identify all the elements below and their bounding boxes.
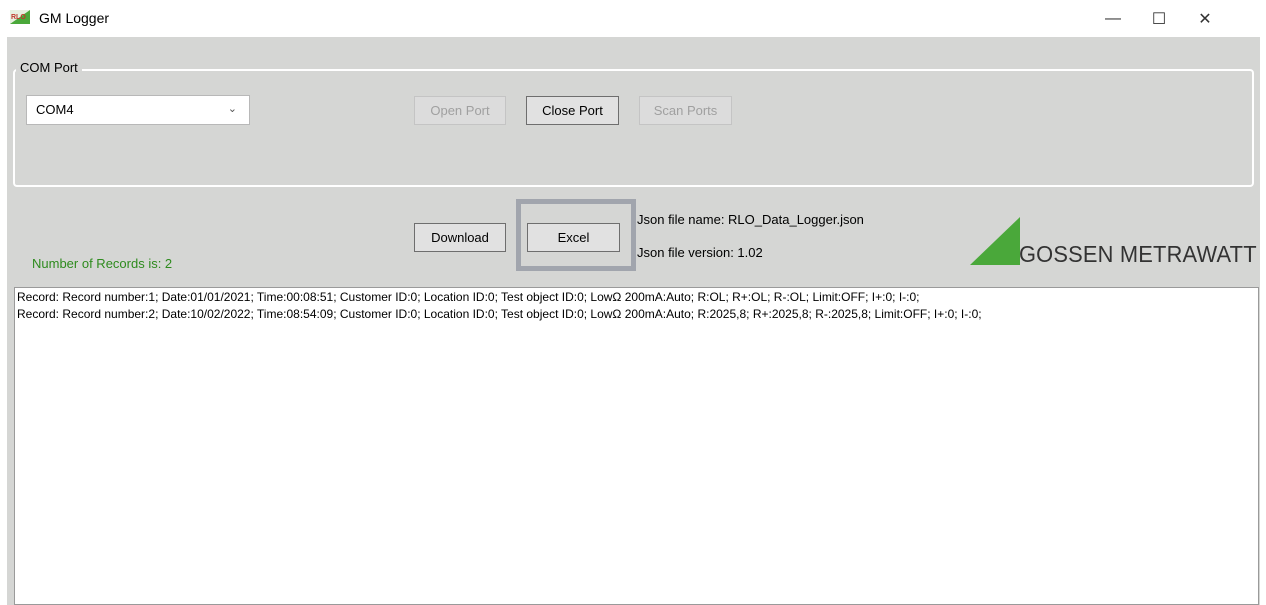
title-bar: RLO GM Logger — ☐ ✕ <box>0 0 1266 37</box>
download-button[interactable]: Download <box>414 223 506 252</box>
com-port-group <box>13 69 1254 187</box>
com-port-legend: COM Port <box>16 60 82 75</box>
log-line: Record: Record number:1; Date:01/01/2021… <box>17 290 920 304</box>
chevron-down-icon: ⌄ <box>227 103 237 115</box>
open-port-button[interactable]: Open Port <box>414 96 506 125</box>
selected-port: COM4 <box>36 102 74 117</box>
gossen-logo-text: GOSSEN METRAWATT <box>1019 241 1257 267</box>
maximize-button[interactable]: ☐ <box>1136 0 1182 37</box>
minimize-button[interactable]: — <box>1090 0 1136 37</box>
json-file-name: Json file name: RLO_Data_Logger.json <box>637 212 864 227</box>
records-log[interactable]: Record: Record number:1; Date:01/01/2021… <box>14 287 1259 605</box>
log-line: Record: Record number:2; Date:10/02/2022… <box>17 307 982 321</box>
close-button[interactable]: ✕ <box>1182 0 1228 37</box>
main-panel: COM Port COM4 ⌄ Open Port Close Port Sca… <box>7 37 1260 605</box>
com-port-select[interactable]: COM4 ⌄ <box>26 95 250 125</box>
close-port-button[interactable]: Close Port <box>526 96 619 125</box>
gossen-logo-icon <box>970 217 1020 265</box>
app-icon: RLO <box>10 10 30 24</box>
window-title: GM Logger <box>39 10 110 26</box>
records-count: Number of Records is: 2 <box>32 256 173 271</box>
excel-button[interactable]: Excel <box>527 223 620 252</box>
scan-ports-button[interactable]: Scan Ports <box>639 96 732 125</box>
svg-text:RLO: RLO <box>11 14 26 21</box>
json-file-version: Json file version: 1.02 <box>637 245 763 260</box>
